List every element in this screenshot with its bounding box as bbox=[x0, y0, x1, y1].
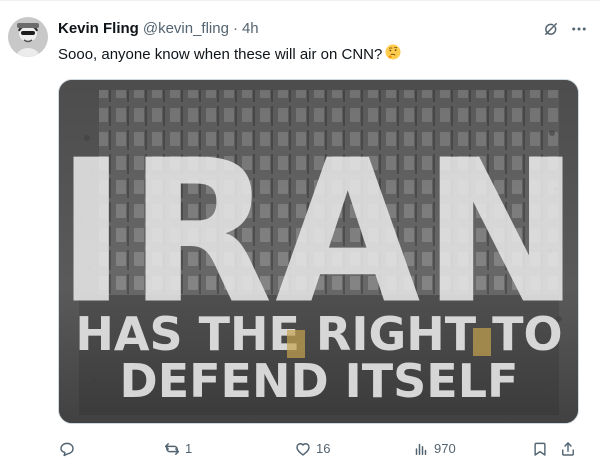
header-actions bbox=[542, 20, 588, 38]
views-icon bbox=[412, 440, 430, 458]
author-handle[interactable]: @kevin_fling bbox=[143, 19, 229, 39]
share-button[interactable] bbox=[559, 437, 577, 461]
share-icon bbox=[559, 440, 577, 458]
post-time[interactable]: 4h bbox=[242, 19, 259, 39]
grok-icon[interactable] bbox=[542, 20, 560, 38]
tweet: Kevin Fling @kevin_fling · 4h Sooo, anyo… bbox=[0, 0, 600, 474]
media-subline-2: DEFEND ITSELF bbox=[120, 354, 519, 408]
heart-icon bbox=[294, 440, 312, 458]
bookmark-button[interactable] bbox=[531, 437, 549, 461]
tweet-header: Kevin Fling @kevin_fling · 4h bbox=[58, 17, 588, 41]
repost-icon bbox=[163, 440, 181, 458]
bookmark-icon bbox=[531, 440, 549, 458]
like-count: 16 bbox=[316, 441, 331, 456]
avatar[interactable] bbox=[8, 17, 48, 57]
reply-button[interactable] bbox=[58, 437, 80, 461]
views-button[interactable]: 970 bbox=[412, 437, 456, 461]
like-button[interactable]: 16 bbox=[294, 437, 330, 461]
more-icon[interactable] bbox=[570, 20, 588, 38]
views-count: 970 bbox=[434, 441, 456, 456]
tweet-text: Sooo, anyone know when these will air on… bbox=[58, 46, 383, 63]
tweet-media[interactable]: IRAN HAS THE RIGHT TO DEFEND ITSELF bbox=[58, 79, 579, 424]
thinking-face-icon bbox=[384, 43, 402, 67]
tweet-actions: 1 16 970 bbox=[58, 437, 590, 461]
repost-count: 1 bbox=[185, 441, 193, 456]
repost-button[interactable]: 1 bbox=[163, 437, 192, 461]
meta-separator: · bbox=[232, 20, 238, 37]
author-display-name[interactable]: Kevin Fling bbox=[58, 19, 139, 39]
tweet-text-block: Sooo, anyone know when these will air on… bbox=[58, 43, 588, 67]
reply-icon bbox=[58, 440, 76, 458]
